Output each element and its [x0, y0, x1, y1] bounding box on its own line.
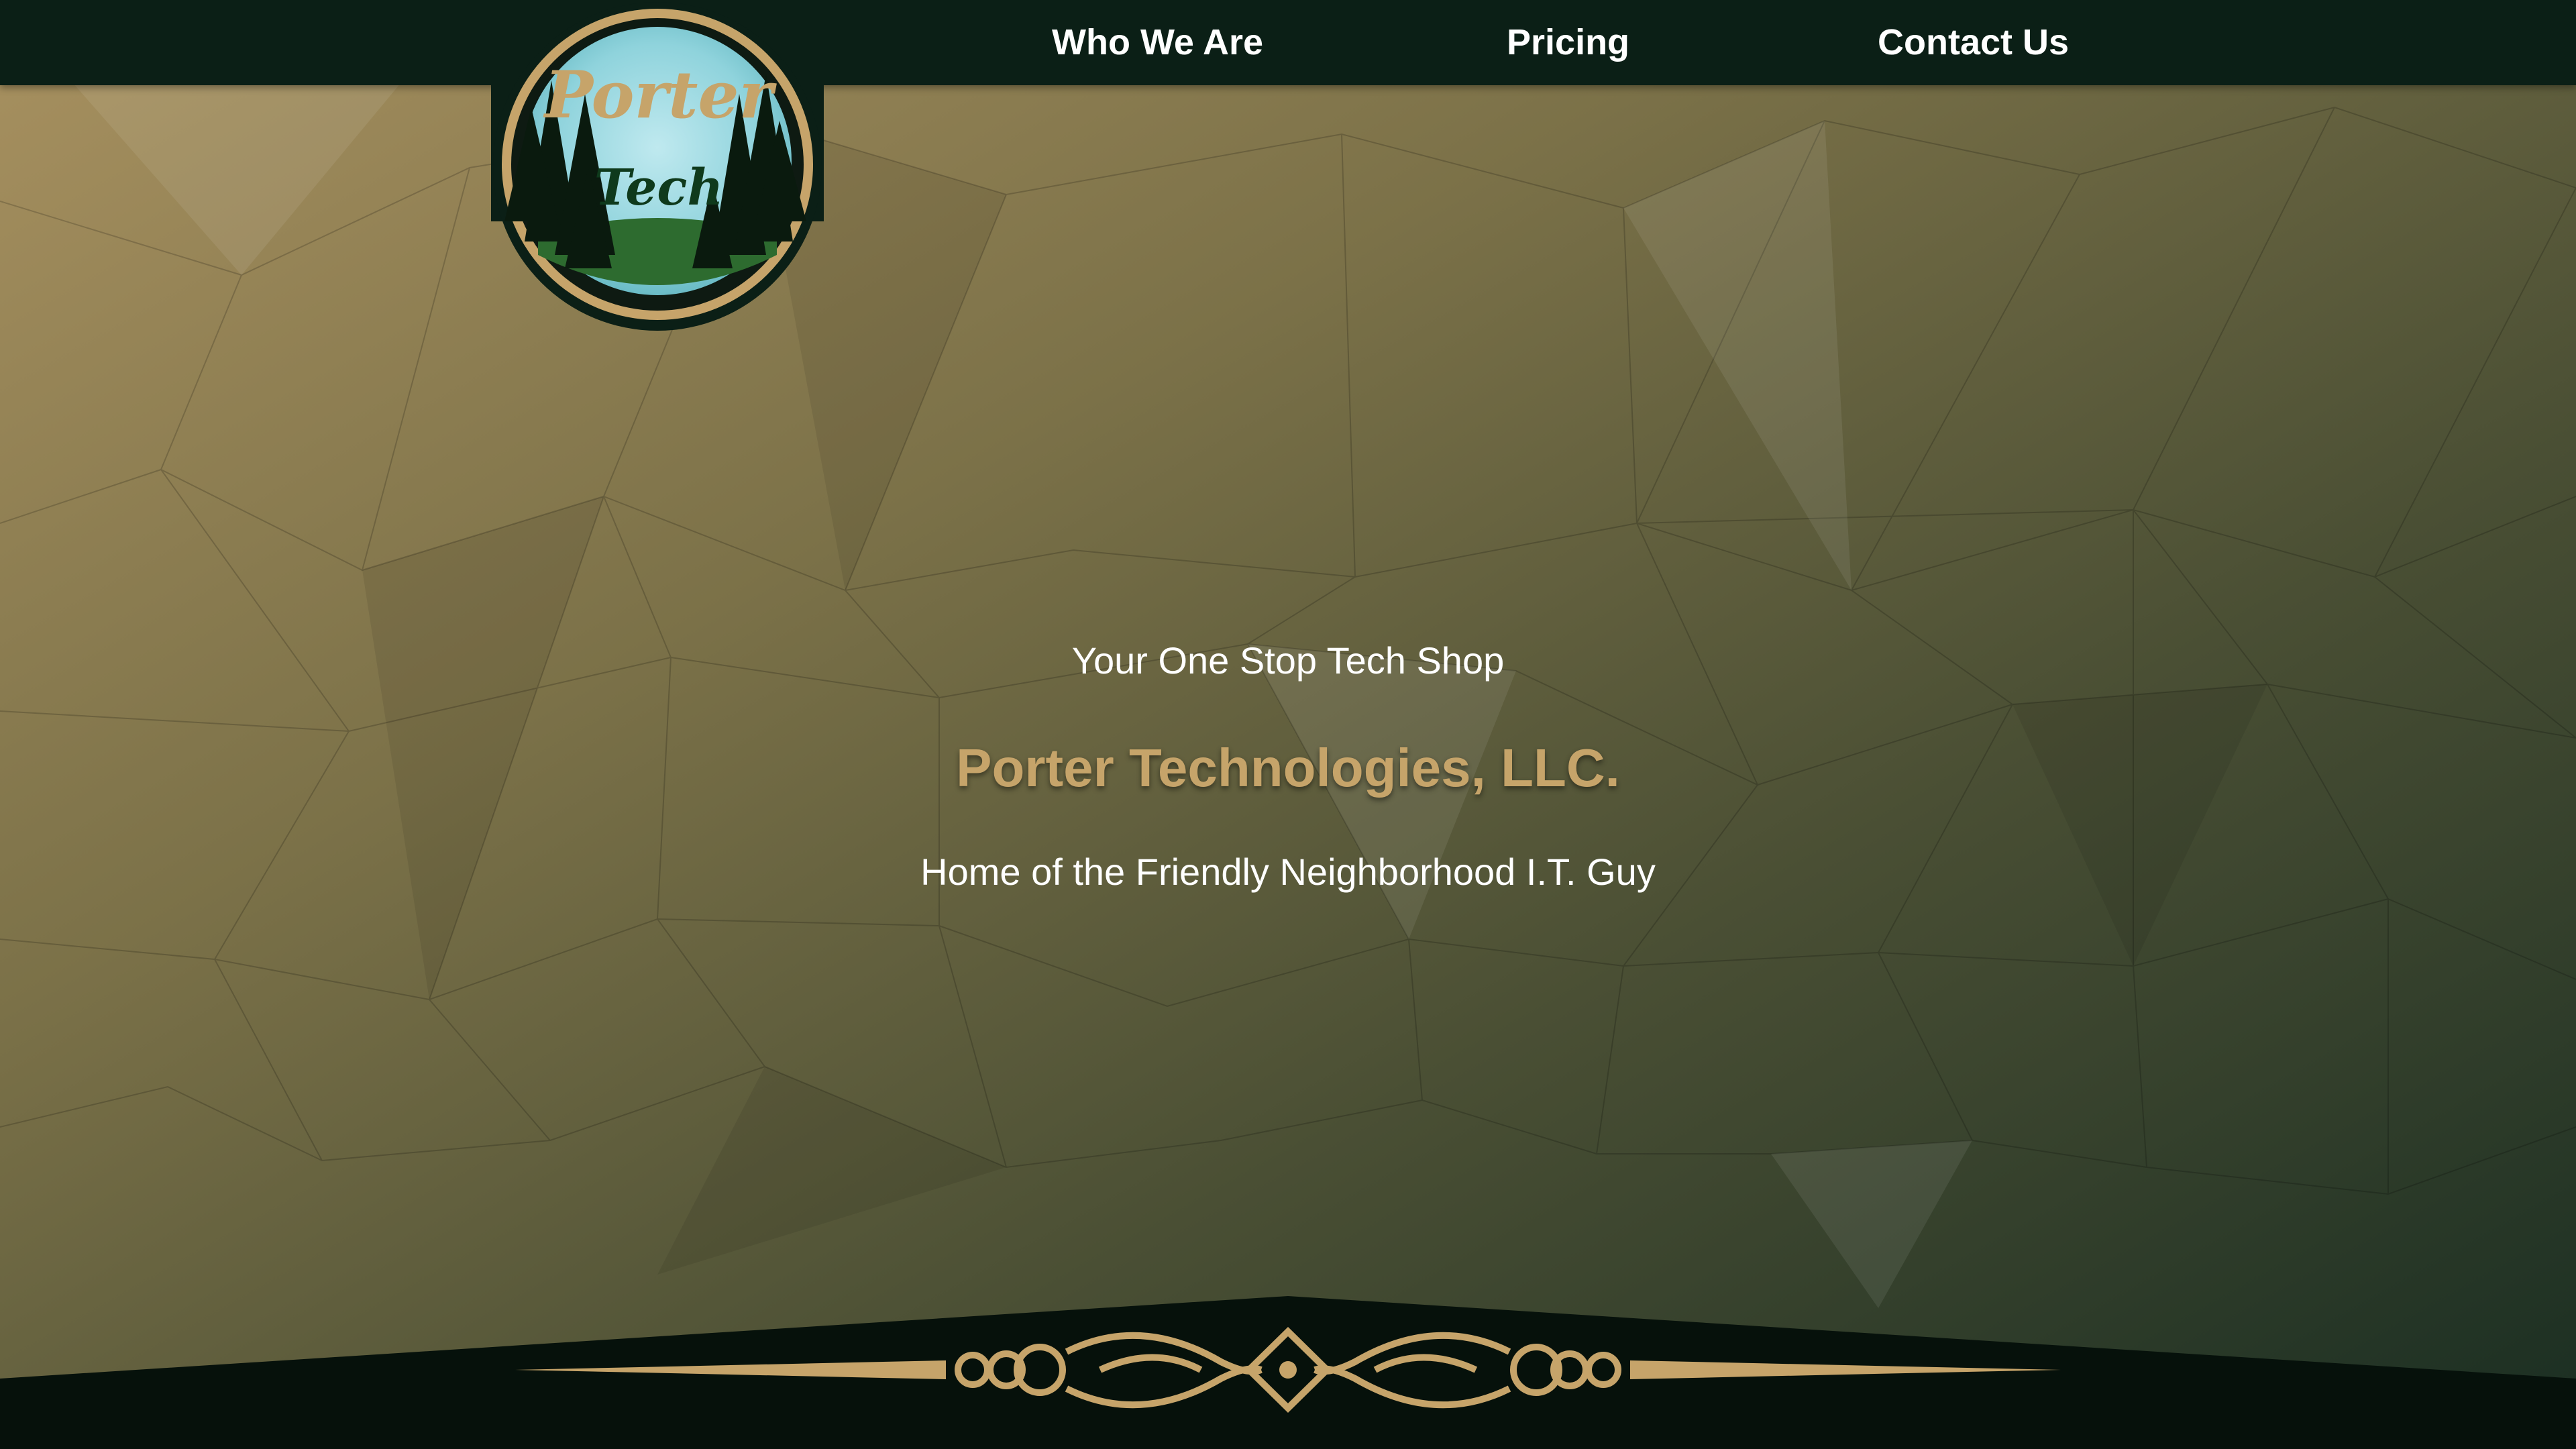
porter-tech-logo[interactable]: Porter Tech [491, 0, 824, 335]
logo-word-tech: Tech [594, 159, 724, 217]
nav-link-contact-us[interactable]: Contact Us [1878, 0, 2069, 85]
hero-subtitle: Home of the Friendly Neighborhood I.T. G… [920, 851, 1656, 893]
nav-link-who-we-are[interactable]: Who We Are [1052, 0, 1263, 85]
hero-title: Porter Technologies, LLC. [956, 738, 1620, 798]
page: Who We Are Pricing Contact Us Porter Tec… [0, 0, 2576, 1449]
top-navbar [0, 0, 2576, 85]
nav-link-pricing[interactable]: Pricing [1507, 0, 1629, 85]
hero-tagline: Your One Stop Tech Shop [1071, 639, 1505, 682]
logo-word-porter: Porter [543, 57, 777, 133]
low-poly-background [0, 0, 2576, 1449]
